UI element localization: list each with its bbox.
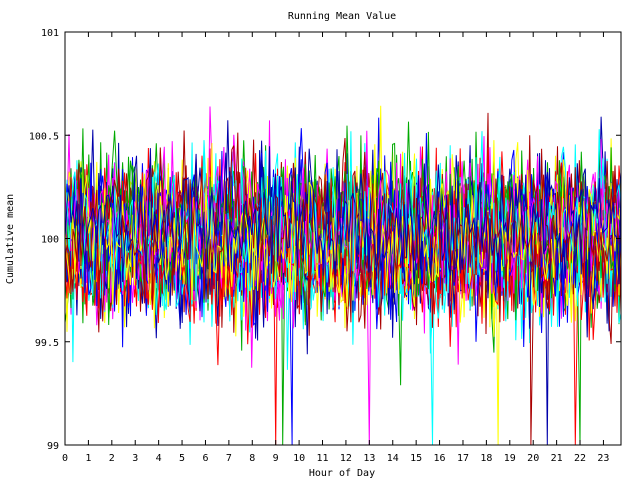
x-tick-label: 18 bbox=[480, 453, 492, 464]
x-tick-label: 13 bbox=[363, 453, 375, 464]
y-tick-label: 101 bbox=[41, 28, 59, 39]
x-tick-label: 10 bbox=[293, 453, 305, 464]
chart-root: Running Mean Value Hour of Day Cumulativ… bbox=[0, 0, 640, 480]
y-axis-label: Cumulative mean bbox=[5, 194, 16, 284]
x-tick-label: 15 bbox=[410, 453, 422, 464]
x-tick-label: 0 bbox=[62, 453, 68, 464]
x-tick-label: 7 bbox=[226, 453, 232, 464]
x-tick-label: 8 bbox=[249, 453, 255, 464]
x-tick-label: 6 bbox=[202, 453, 208, 464]
chart-title: Running Mean Value bbox=[288, 11, 396, 22]
x-tick-label: 17 bbox=[457, 453, 469, 464]
x-tick-label: 4 bbox=[156, 453, 162, 464]
y-tick-label: 100 bbox=[41, 235, 59, 246]
x-tick-label: 3 bbox=[132, 453, 138, 464]
x-tick-label: 21 bbox=[551, 453, 563, 464]
x-axis-label: Hour of Day bbox=[309, 468, 375, 479]
x-tick-label: 9 bbox=[273, 453, 279, 464]
x-tick-label: 23 bbox=[597, 453, 609, 464]
x-tick-label: 5 bbox=[179, 453, 185, 464]
chart-svg: Running Mean Value Hour of Day Cumulativ… bbox=[0, 0, 640, 480]
x-tick-label: 20 bbox=[527, 453, 539, 464]
x-tick-label: 12 bbox=[340, 453, 352, 464]
x-tick-label: 14 bbox=[387, 453, 399, 464]
x-tick-label: 2 bbox=[109, 453, 115, 464]
y-tick-label: 99.5 bbox=[35, 338, 59, 349]
x-tick-label: 16 bbox=[434, 453, 446, 464]
x-tick-label: 11 bbox=[316, 453, 328, 464]
x-tick-label: 19 bbox=[504, 453, 516, 464]
x-tick-label: 1 bbox=[85, 453, 91, 464]
y-tick-label: 100.5 bbox=[29, 131, 59, 142]
x-tick-label: 22 bbox=[574, 453, 586, 464]
y-tick-label: 99 bbox=[47, 441, 59, 452]
